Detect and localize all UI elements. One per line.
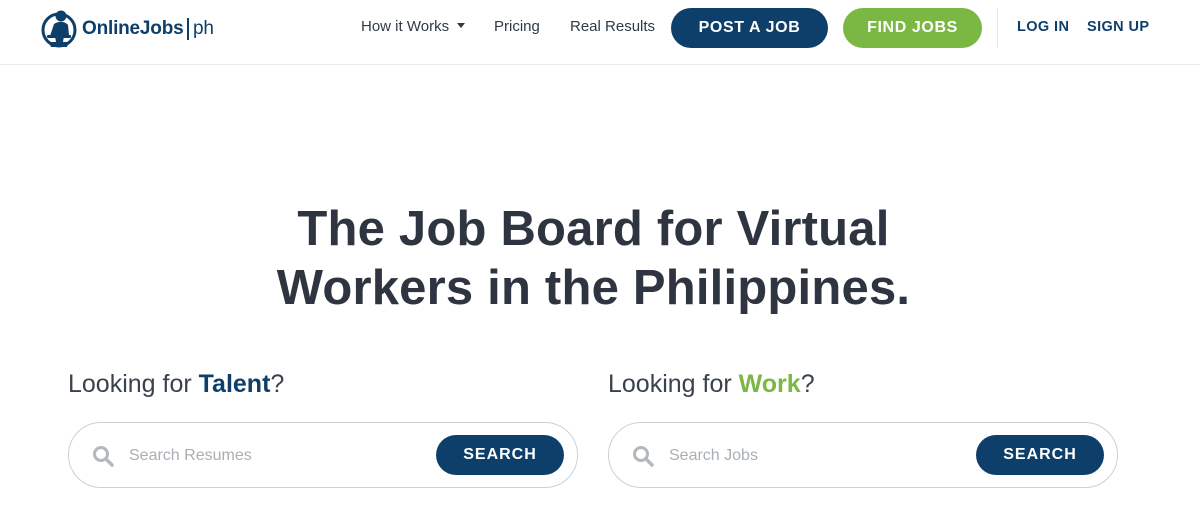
resume-search-box: SEARCH [68, 422, 578, 488]
work-heading-suffix: ? [800, 370, 815, 398]
log-in-link[interactable]: LOG IN [1017, 17, 1069, 37]
job-search-input[interactable] [669, 439, 969, 473]
caret-down-icon [457, 23, 466, 28]
logo-text: OnlineJobs ph [82, 18, 214, 40]
nav-how-it-works[interactable]: How it Works [361, 17, 466, 37]
find-jobs-button[interactable]: FIND JOBS [843, 8, 982, 48]
hero-title-line-2: Workers in the Philippines. [276, 261, 911, 315]
logo-brand-suffix: ph [192, 18, 214, 39]
search-icon [633, 446, 654, 467]
hero-title: The Job Board for Virtual Workers in the… [0, 200, 1187, 318]
talent-heading-keyword: Talent [198, 370, 271, 398]
work-search-section: Looking for Work? SEARCH [608, 367, 1118, 488]
logo-brand-name: OnlineJobs [82, 18, 184, 39]
sign-up-link[interactable]: SIGN UP [1087, 17, 1149, 37]
nav-divider [997, 8, 998, 48]
talent-heading-suffix: ? [270, 370, 285, 398]
search-icon [93, 446, 114, 467]
site-logo[interactable]: OnlineJobs ph [40, 9, 214, 49]
nav-pricing[interactable]: Pricing [494, 17, 540, 37]
nav-real-results[interactable]: Real Results [570, 17, 655, 37]
resume-search-input[interactable] [129, 439, 429, 473]
talent-heading-prefix: Looking for [68, 370, 199, 398]
talent-search-section: Looking for Talent? SEARCH [68, 367, 578, 488]
work-heading-keyword: Work [738, 370, 801, 398]
resume-search-button[interactable]: SEARCH [436, 435, 564, 475]
job-search-box: SEARCH [608, 422, 1118, 488]
logo-divider [187, 18, 189, 40]
nav-how-it-works-label: How it Works [361, 18, 450, 35]
talent-search-heading: Looking for Talent? [68, 367, 578, 401]
post-a-job-button[interactable]: POST A JOB [671, 8, 828, 48]
worker-at-laptop-icon [41, 10, 77, 48]
job-search-button[interactable]: SEARCH [976, 435, 1104, 475]
hero-title-line-1: The Job Board for Virtual [297, 202, 890, 256]
work-heading-prefix: Looking for [608, 370, 739, 398]
work-search-heading: Looking for Work? [608, 367, 1118, 401]
top-navbar: OnlineJobs ph How it Works Pricing Real … [0, 0, 1200, 65]
